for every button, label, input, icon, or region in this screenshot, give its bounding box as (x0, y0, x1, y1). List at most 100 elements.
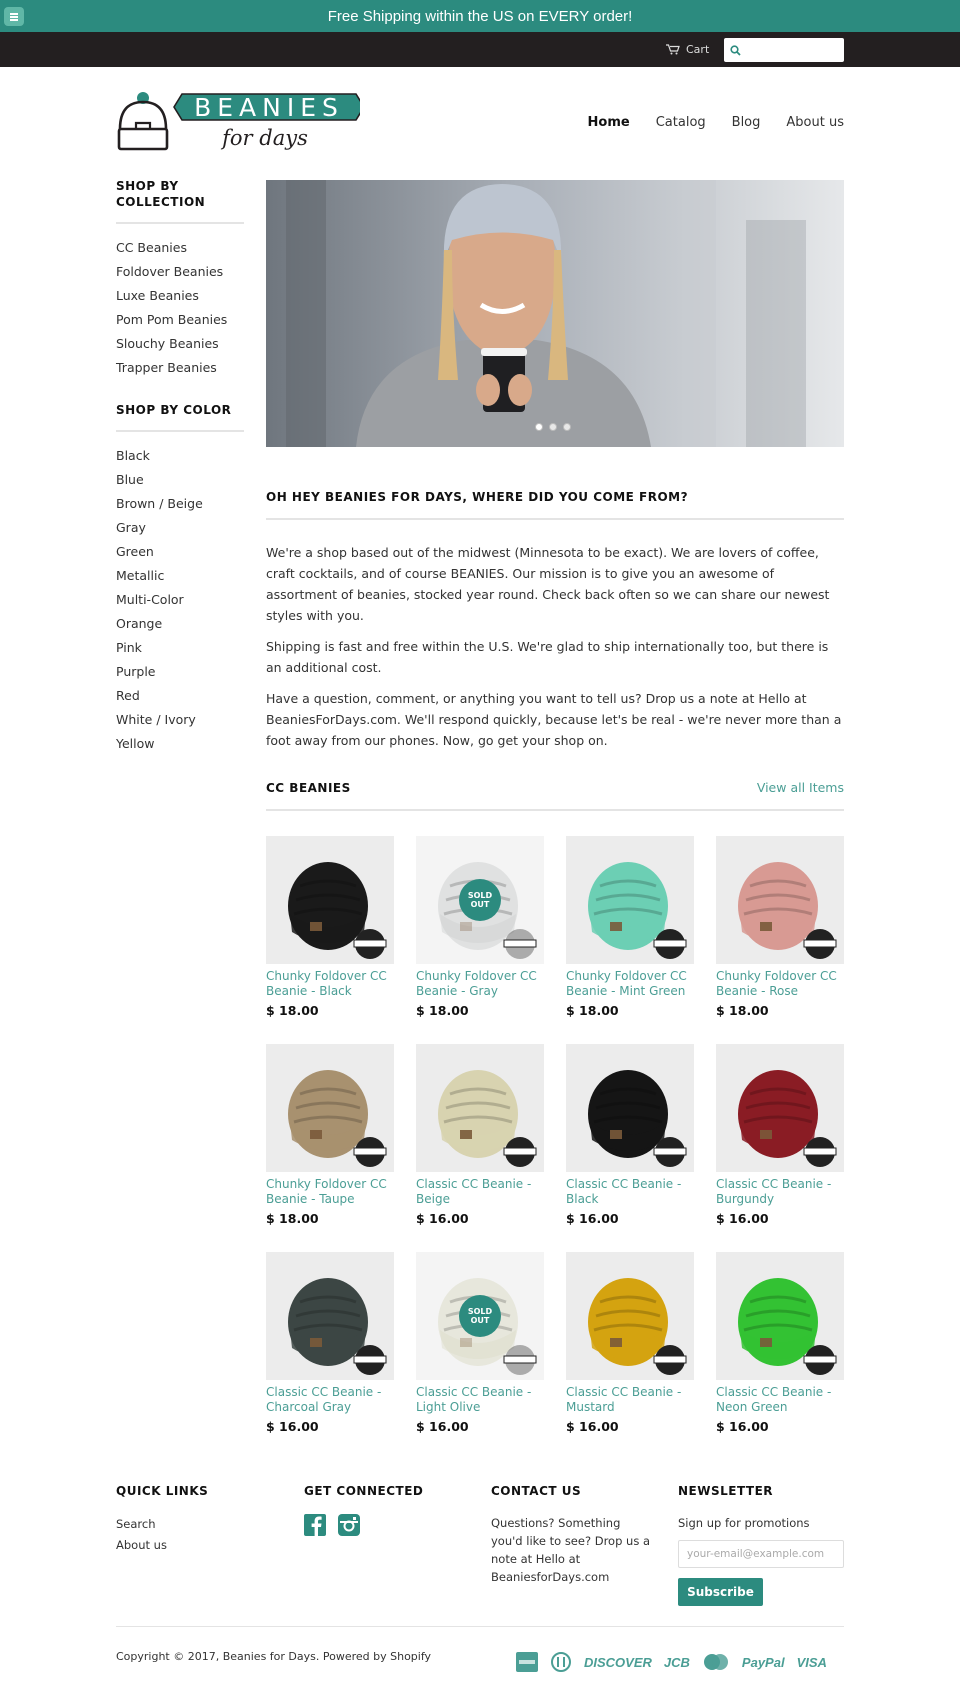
cart-label: Cart (686, 43, 710, 56)
newsletter-heading: NEWSLETTER (678, 1484, 774, 1498)
product-title[interactable]: Classic CC Beanie - Charcoal Gray (266, 1385, 394, 1415)
product-image[interactable] (266, 1252, 394, 1380)
product-price: $ 18.00 (266, 1211, 319, 1226)
sidebar-item-color[interactable]: White / Ivory (116, 708, 244, 732)
product-card[interactable]: Chunky Foldover CC Beanie - Taupe $ 18.00 (266, 1044, 394, 1226)
product-card[interactable]: Classic CC Beanie - Beige $ 16.00 (416, 1044, 544, 1226)
product-image[interactable] (716, 1044, 844, 1172)
payment-icons: DISCOVER JCB PayPal VISA (516, 1652, 827, 1672)
product-card[interactable]: SOLD OUT Chunky Foldover CC Beanie - Gray… (416, 836, 544, 1018)
hero-slideshow[interactable] (266, 180, 844, 447)
product-image[interactable] (566, 1044, 694, 1172)
product-image[interactable]: SOLD OUT (416, 836, 544, 964)
sidebar-item-color[interactable]: Multi-Color (116, 588, 244, 612)
sidebar-item-color[interactable]: Yellow (116, 732, 244, 756)
beanie-image (288, 1070, 387, 1167)
nav-home[interactable]: Home (588, 115, 630, 130)
sidebar-item-color[interactable]: Black (116, 444, 244, 468)
beanie-image (738, 1278, 837, 1375)
instagram-icon[interactable] (338, 1514, 360, 1536)
diners-club-icon (551, 1652, 571, 1672)
beanie-image (588, 1070, 687, 1167)
beanie-image (438, 1070, 537, 1167)
product-image[interactable] (716, 836, 844, 964)
svg-text:for days: for days (220, 126, 308, 150)
product-title[interactable]: Chunky Foldover CC Beanie - Gray (416, 969, 544, 999)
sidebar-item-collection[interactable]: Pom Pom Beanies (116, 308, 244, 332)
sidebar-item-collection[interactable]: Foldover Beanies (116, 260, 244, 284)
search-box[interactable] (724, 38, 844, 62)
product-card[interactable]: Chunky Foldover CC Beanie - Black $ 18.00 (266, 836, 394, 1018)
product-card[interactable]: Chunky Foldover CC Beanie - Rose $ 18.00 (716, 836, 844, 1018)
svg-text:BEANIES: BEANIES (194, 93, 344, 122)
product-image[interactable] (716, 1252, 844, 1380)
email-field[interactable]: your-email@example.com (678, 1540, 844, 1568)
product-title[interactable]: Chunky Foldover CC Beanie - Black (266, 969, 394, 999)
product-title[interactable]: Chunky Foldover CC Beanie - Taupe (266, 1177, 394, 1207)
product-price: $ 16.00 (566, 1419, 619, 1434)
nav-about-us[interactable]: About us (786, 115, 844, 130)
slide-dot[interactable] (535, 423, 543, 431)
slide-dot[interactable] (563, 423, 571, 431)
sidebar-item-color[interactable]: Orange (116, 612, 244, 636)
product-image[interactable] (416, 1044, 544, 1172)
featured-collection: CC BEANIES View all Items Chunky Foldove… (266, 780, 844, 1434)
nav-catalog[interactable]: Catalog (656, 115, 706, 130)
sidebar-item-color[interactable]: Purple (116, 660, 244, 684)
product-card[interactable]: Classic CC Beanie - Charcoal Gray $ 16.00 (266, 1252, 394, 1434)
sidebar-item-collection[interactable]: CC Beanies (116, 236, 244, 260)
cart-link[interactable]: Cart (666, 32, 709, 67)
nav-blog[interactable]: Blog (732, 115, 761, 130)
main-nav: Home Catalog Blog About us (588, 115, 844, 130)
product-title[interactable]: Chunky Foldover CC Beanie - Rose (716, 969, 844, 999)
shopify-app-icon[interactable] (4, 7, 24, 26)
sidebar-item-collection[interactable]: Luxe Beanies (116, 284, 244, 308)
product-image[interactable] (266, 1044, 394, 1172)
product-price: $ 18.00 (416, 1003, 469, 1018)
product-grid: Chunky Foldover CC Beanie - Black $ 18.00… (266, 836, 844, 1434)
product-image[interactable] (566, 836, 694, 964)
collection-title: CC BEANIES (266, 780, 351, 795)
product-card[interactable]: Classic CC Beanie - Mustard $ 16.00 (566, 1252, 694, 1434)
sidebar-item-color[interactable]: Metallic (116, 564, 244, 588)
product-title[interactable]: Classic CC Beanie - Burgundy (716, 1177, 844, 1207)
subscribe-button[interactable]: Subscribe (678, 1578, 763, 1606)
top-bar: Cart (0, 32, 960, 67)
sidebar-item-color[interactable]: Red (116, 684, 244, 708)
product-title[interactable]: Classic CC Beanie - Mustard (566, 1385, 694, 1415)
product-image[interactable] (266, 836, 394, 964)
sidebar-item-color[interactable]: Brown / Beige (116, 492, 244, 516)
color-list: Black Blue Brown / Beige Gray Green Meta… (116, 444, 244, 756)
sidebar-item-color[interactable]: Pink (116, 636, 244, 660)
footer-link-about[interactable]: About us (116, 1535, 208, 1556)
product-card[interactable]: Chunky Foldover CC Beanie - Mint Green $ … (566, 836, 694, 1018)
footer-link-search[interactable]: Search (116, 1514, 208, 1535)
amex-icon (516, 1652, 538, 1672)
search-icon[interactable] (730, 44, 741, 56)
slide-dot[interactable] (549, 423, 557, 431)
about-heading-text: OH HEY BEANIES FOR DAYS, WHERE DID YOU C… (266, 490, 689, 504)
product-title[interactable]: Chunky Foldover CC Beanie - Mint Green (566, 969, 694, 999)
product-card[interactable]: SOLD OUT Classic CC Beanie - Light Olive $… (416, 1252, 544, 1434)
product-title[interactable]: Classic CC Beanie - Light Olive (416, 1385, 544, 1415)
copyright: Copyright © 2017, Beanies for Days. Powe… (116, 1650, 432, 1663)
product-card[interactable]: Classic CC Beanie - Burgundy $ 16.00 (716, 1044, 844, 1226)
product-card[interactable]: Classic CC Beanie - Neon Green $ 16.00 (716, 1252, 844, 1434)
sidebar-item-color[interactable]: Gray (116, 516, 244, 540)
view-all-link[interactable]: View all Items (757, 780, 844, 795)
facebook-icon[interactable] (304, 1514, 326, 1536)
sidebar-item-color[interactable]: Green (116, 540, 244, 564)
product-card[interactable]: Classic CC Beanie - Black $ 16.00 (566, 1044, 694, 1226)
sidebar-item-color[interactable]: Blue (116, 468, 244, 492)
search-input[interactable] (747, 44, 839, 56)
product-image[interactable] (566, 1252, 694, 1380)
product-title[interactable]: Classic CC Beanie - Neon Green (716, 1385, 844, 1415)
site-logo[interactable]: BEANIES for days (116, 85, 365, 157)
product-title[interactable]: Classic CC Beanie - Beige (416, 1177, 544, 1207)
product-image[interactable]: SOLD OUT (416, 1252, 544, 1380)
sidebar-item-collection[interactable]: Slouchy Beanies (116, 332, 244, 356)
product-title[interactable]: Classic CC Beanie - Black (566, 1177, 694, 1207)
sidebar-item-collection[interactable]: Trapper Beanies (116, 356, 244, 380)
about-section: OH HEY BEANIES FOR DAYS, WHERE DID YOU C… (266, 490, 844, 751)
beanie-image (588, 862, 687, 959)
